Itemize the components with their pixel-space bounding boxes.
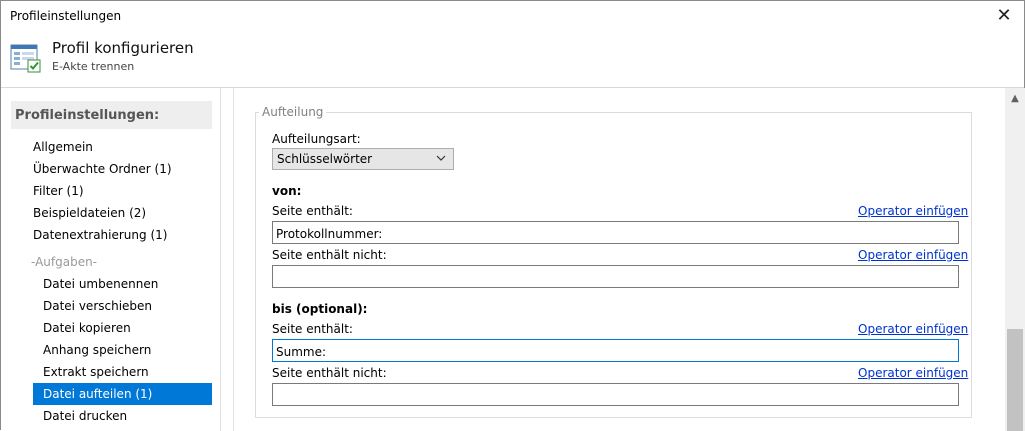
- chevron-down-icon: [436, 155, 446, 161]
- scroll-thumb[interactable]: [1007, 329, 1023, 431]
- sidebar-item-beispieldateien[interactable]: Beispieldateien (2): [33, 202, 146, 224]
- profile-settings-icon: [10, 44, 41, 73]
- close-icon[interactable]: ✕: [992, 4, 1016, 26]
- split-type-dropdown[interactable]: Schlüsselwörter: [272, 148, 454, 170]
- sidebar-item-datei-kopieren[interactable]: Datei kopieren: [43, 317, 131, 339]
- from-contains-input[interactable]: [272, 221, 959, 244]
- sidebar-item-extrakt-speichern[interactable]: Extrakt speichern: [43, 361, 149, 383]
- from-contains-label: Seite enthält:: [272, 204, 353, 218]
- sidebar-item-datei-verschieben[interactable]: Datei verschieben: [43, 295, 152, 317]
- sidebar-item-datenextrahierung[interactable]: Datenextrahierung (1): [33, 224, 167, 246]
- to-heading: bis (optional):: [272, 302, 368, 316]
- dialog-window: Profileinstellungen ✕ Profil konfigurier…: [0, 0, 1025, 431]
- to-contains-label: Seite enthält:: [272, 322, 353, 336]
- from-not-contains-insert-operator-link[interactable]: Operator einfügen: [858, 248, 968, 262]
- from-heading: von:: [272, 184, 302, 198]
- to-not-contains-input[interactable]: [272, 383, 959, 406]
- dialog-title: Profil konfigurieren: [52, 39, 194, 57]
- sidebar-item-datei-aufteilen[interactable]: Datei aufteilen (1): [33, 383, 212, 405]
- to-not-contains-label: Seite enthält nicht:: [272, 366, 387, 380]
- groupbox-title: Aufteilung: [259, 105, 327, 119]
- to-contains-input[interactable]: [272, 339, 959, 362]
- sidebar-item-ueberwachte-ordner[interactable]: Überwachte Ordner (1): [33, 158, 172, 180]
- to-contains-insert-operator-link[interactable]: Operator einfügen: [858, 322, 968, 336]
- from-contains-insert-operator-link[interactable]: Operator einfügen: [858, 204, 968, 218]
- sidebar-item-datei-drucken[interactable]: Datei drucken: [43, 405, 127, 427]
- dialog-subtitle: E-Akte trennen: [52, 60, 135, 73]
- sidebar-item-filter[interactable]: Filter (1): [33, 180, 84, 202]
- sidebar-group-aufgaben: -Aufgaben-: [31, 255, 98, 269]
- vertical-scrollbar[interactable]: ▲: [1005, 88, 1025, 431]
- window-title: Profileinstellungen: [10, 9, 122, 23]
- to-not-contains-insert-operator-link[interactable]: Operator einfügen: [858, 366, 968, 380]
- scroll-up-icon[interactable]: ▲: [1005, 88, 1025, 108]
- split-type-label: Aufteilungsart:: [272, 132, 361, 146]
- sidebar-item-anhang-speichern[interactable]: Anhang speichern: [43, 339, 151, 361]
- dialog-header: Profil konfigurieren E-Akte trennen: [1, 31, 1024, 87]
- sidebar-heading: Profileinstellungen:: [11, 101, 212, 129]
- from-not-contains-input[interactable]: [272, 265, 959, 288]
- sidebar-item-datei-umbenennen[interactable]: Datei umbenennen: [43, 273, 158, 295]
- from-not-contains-label: Seite enthält nicht:: [272, 248, 387, 262]
- sidebar-item-allgemein[interactable]: Allgemein: [33, 136, 93, 158]
- split-type-value: Schlüsselwörter: [277, 152, 373, 166]
- title-bar: Profileinstellungen ✕: [1, 1, 1024, 31]
